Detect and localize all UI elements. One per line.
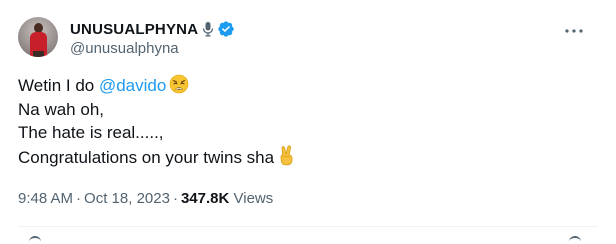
display-name[interactable]: UNUSUALPHYNA — [70, 21, 198, 38]
mention-link[interactable]: @davido — [99, 76, 166, 95]
tweet-line-text: Congratulations on your twins sha — [18, 147, 275, 167]
tweet-card: UNUSUALPHYNA @unusualphyna Wetin I do @d… — [0, 0, 616, 241]
verified-badge-icon — [217, 20, 235, 38]
more-options-icon[interactable] — [562, 22, 586, 40]
divider — [18, 226, 598, 227]
author-names: UNUSUALPHYNA @unusualphyna — [70, 19, 235, 57]
reply-icon[interactable] — [29, 236, 41, 244]
tweet-line-text: Na wah oh, — [18, 99, 104, 119]
tweet-line-text: The hate is real....., — [18, 123, 164, 143]
author-handle[interactable]: @unusualphyna — [70, 40, 235, 57]
tweet-line-text: Wetin I do — [18, 76, 99, 95]
tweet-time[interactable]: 9:48 AM — [18, 190, 73, 207]
tweet-text: Wetin I do @davido Na wah oh, The hate i… — [18, 74, 598, 168]
meta-separator: · — [76, 190, 82, 207]
tweet-header: UNUSUALPHYNA @unusualphyna — [16, 15, 600, 59]
weary-face-emoji-icon — [169, 74, 189, 101]
display-name-row: UNUSUALPHYNA — [70, 19, 235, 39]
tweet-date[interactable]: Oct 18, 2023 — [84, 190, 170, 207]
tweet-line: Congratulations on your twins sha — [18, 145, 598, 169]
tweet-line: The hate is real....., — [18, 121, 598, 145]
views-label: Views — [233, 190, 274, 207]
tweet-line: Wetin I do @davido — [18, 74, 598, 98]
microphone-icon — [202, 21, 214, 37]
meta-separator: · — [172, 190, 178, 207]
avatar-figure-legs — [33, 51, 44, 57]
avatar[interactable] — [18, 17, 58, 57]
share-icon[interactable] — [569, 236, 581, 244]
views-count[interactable]: 347.8K — [181, 190, 229, 207]
tweet-meta: 9:48 AM · Oct 18, 2023 · 347.8K Views — [18, 190, 273, 207]
tweet-line: Na wah oh, — [18, 98, 598, 122]
victory-hand-emoji-icon — [277, 145, 296, 173]
